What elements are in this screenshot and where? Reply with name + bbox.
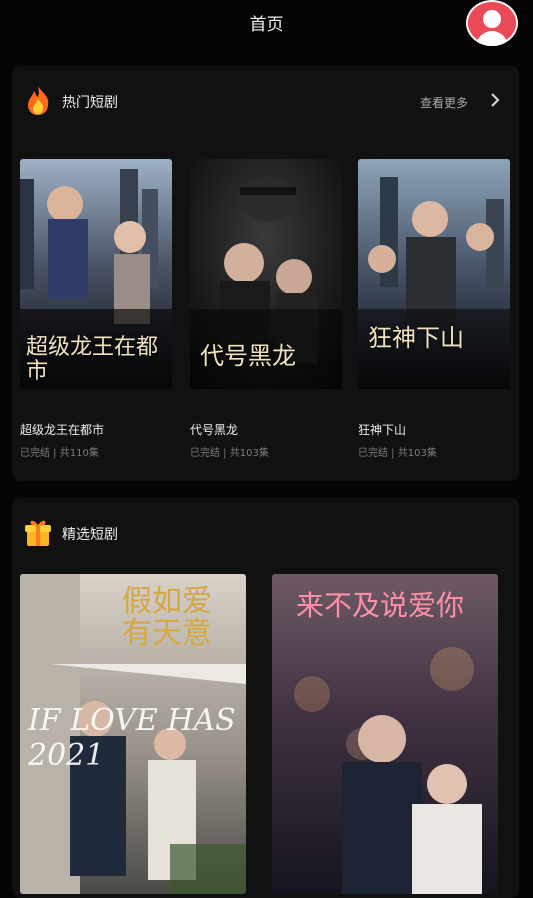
poster-overlay-subtitle: IF LOVE HAS 2021 <box>28 703 236 773</box>
drama-title[interactable]: 超级龙王在都市 <box>20 421 104 438</box>
section-title: 精选短剧 <box>62 527 118 543</box>
avatar-head <box>483 10 501 28</box>
user-avatar[interactable] <box>466 0 518 46</box>
poster-overlay-title: 假如爱有天意 <box>122 584 212 651</box>
poster-overlay-title: 超级龙王在都市 <box>26 335 159 385</box>
hot-dramas-card: 热门短剧 查看更多 超级龙王在都市 超级龙王在都市 已完结 | 共110集 代号… <box>12 66 519 481</box>
drama-meta: 已完结 | 共103集 <box>190 448 269 459</box>
flame-icon <box>28 86 49 115</box>
chevron-right-icon[interactable] <box>487 91 503 109</box>
avatar-body <box>476 31 508 46</box>
page-title: 首页 <box>249 15 284 35</box>
drama-poster[interactable] <box>358 159 510 389</box>
view-more-link[interactable]: 查看更多 <box>420 94 468 111</box>
drama-title[interactable]: 狂神下山 <box>358 421 406 438</box>
poster-overlay-title: 狂神下山 <box>368 324 464 352</box>
drama-title[interactable]: 代号黑龙 <box>190 421 238 438</box>
poster-overlay-title: 代号黑龙 <box>200 342 296 370</box>
drama-meta: 已完结 | 共103集 <box>358 448 437 459</box>
section-title: 热门短剧 <box>62 95 118 111</box>
drama-meta: 已完结 | 共110集 <box>20 448 99 459</box>
selected-dramas-card: 精选短剧 假如爱有天意 IF LOVE HAS 2021 来不及说爱你 <box>12 498 519 898</box>
gift-icon <box>25 520 51 546</box>
poster-overlay-title: 来不及说爱你 <box>296 589 465 622</box>
top-bar: 首页 <box>0 0 533 50</box>
